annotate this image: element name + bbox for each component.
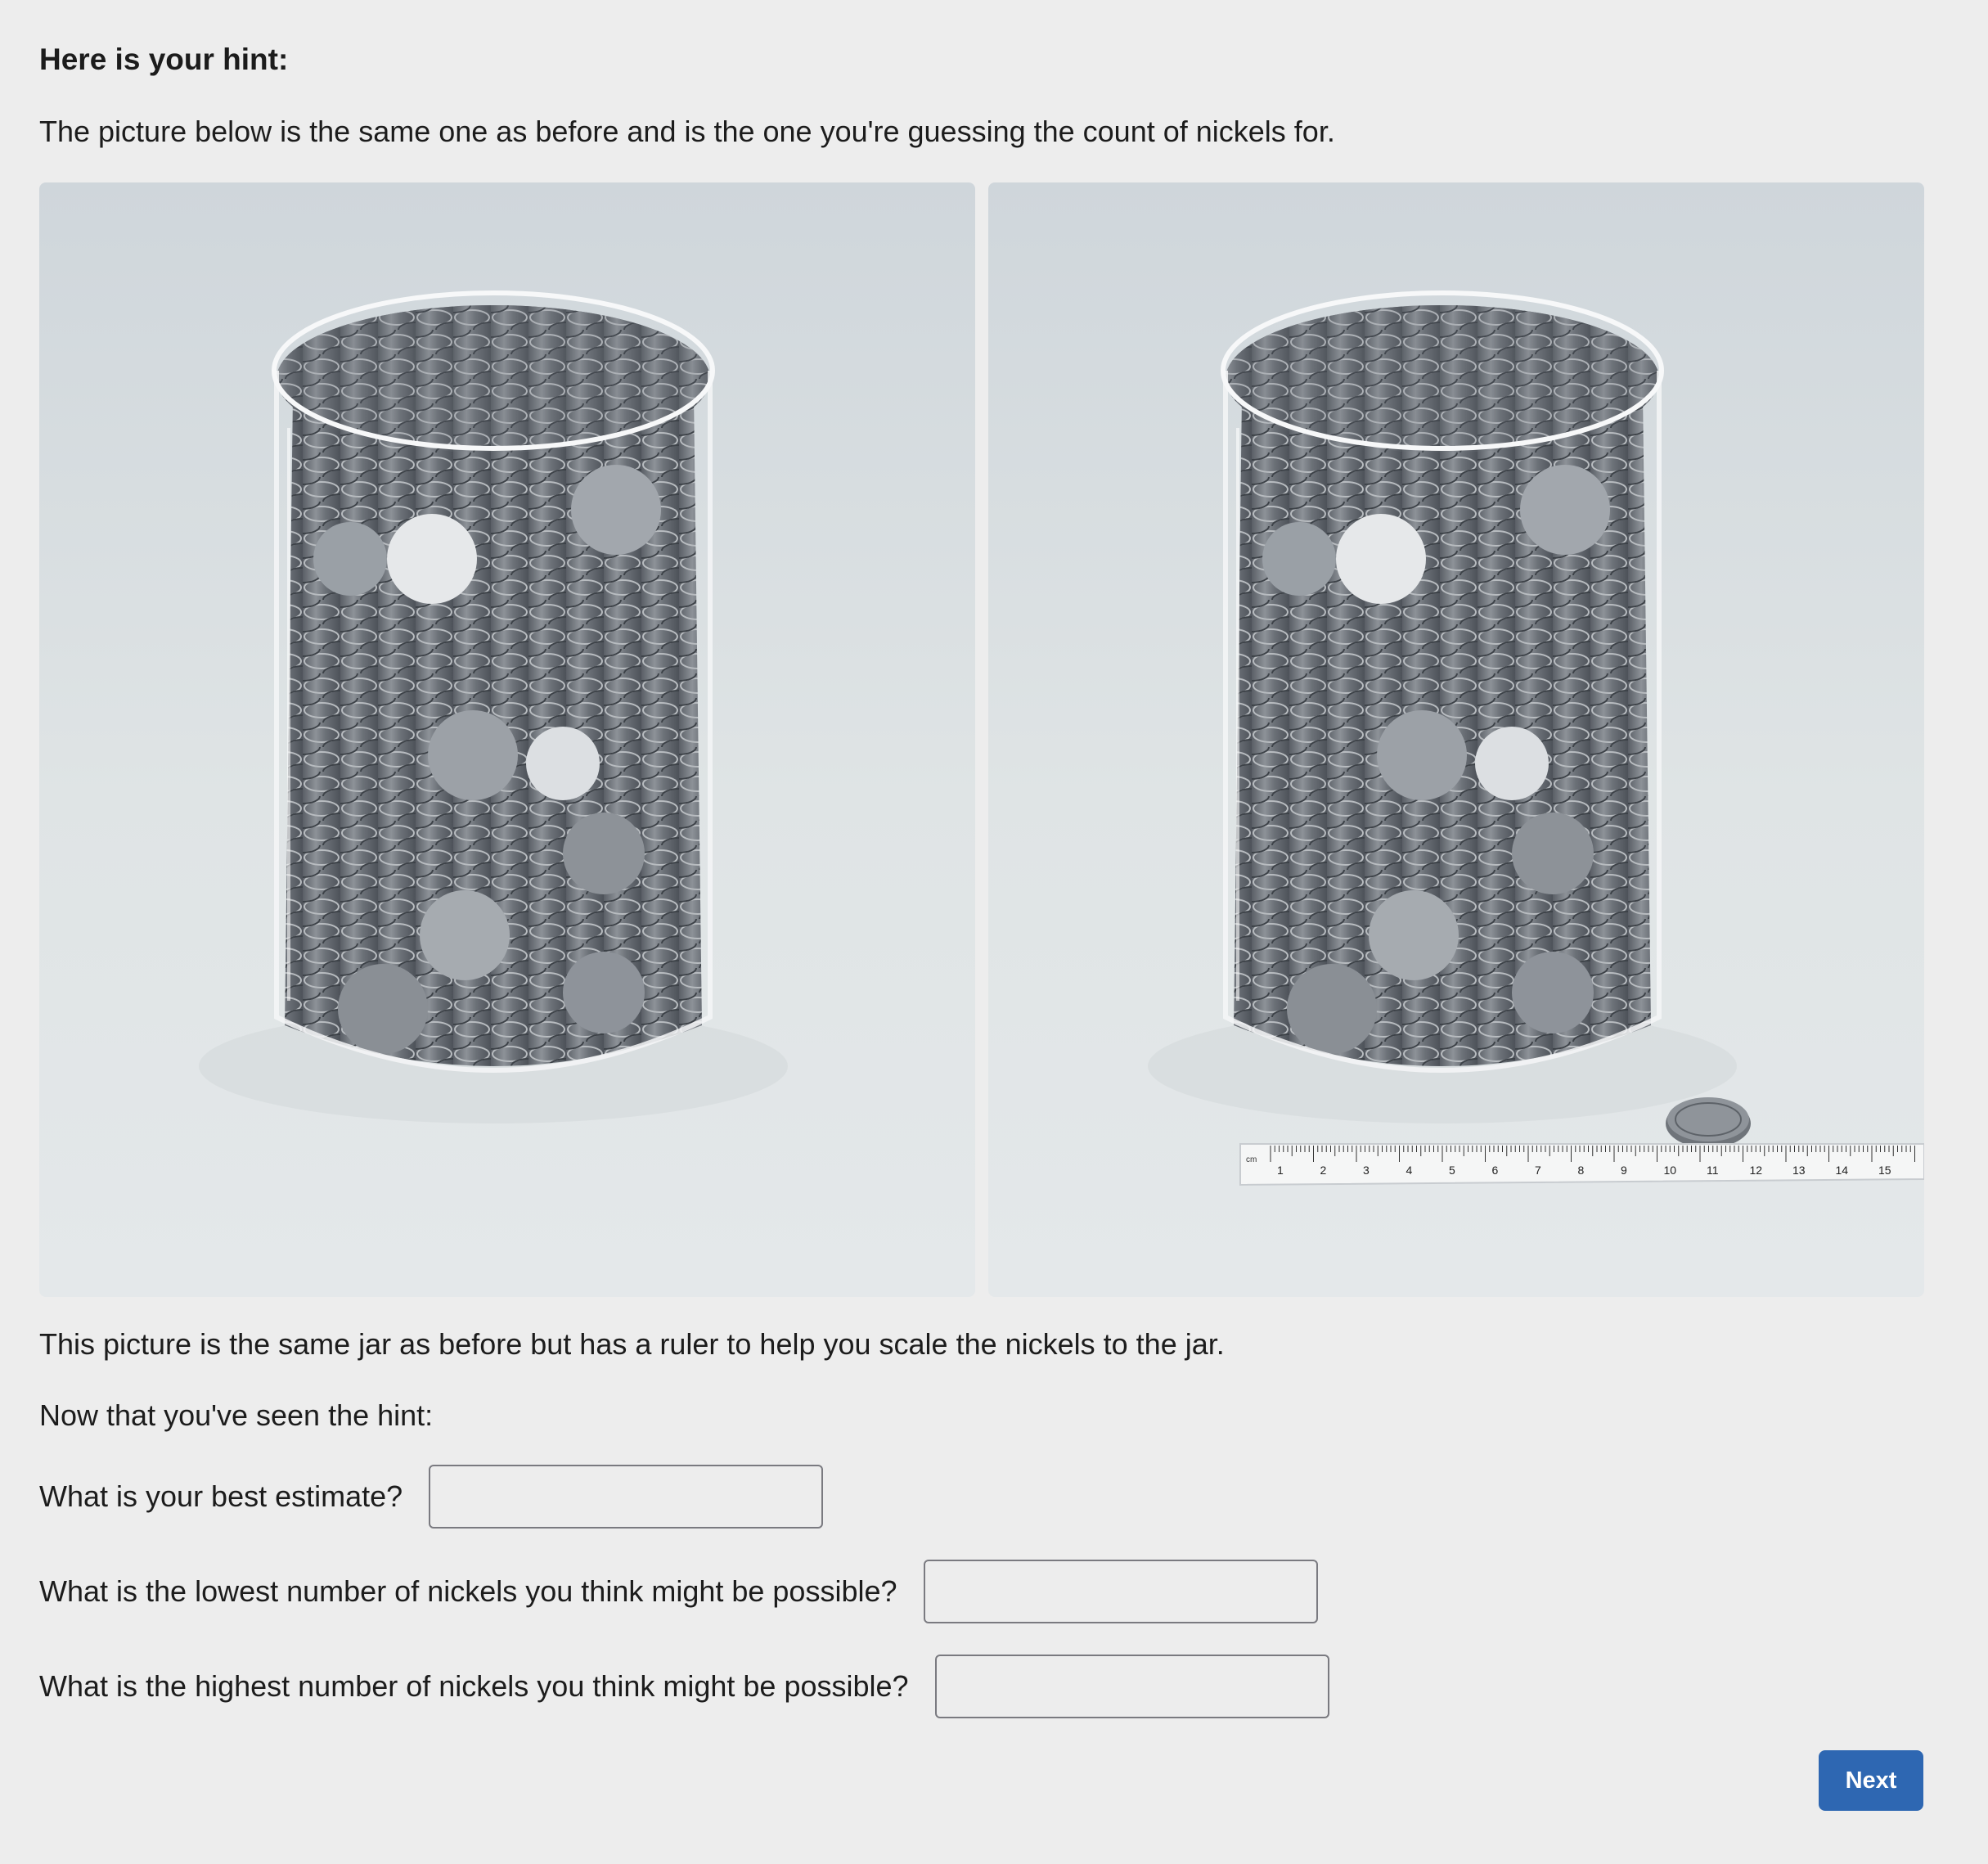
jar-with-ruler-photo: cm 1 2 3 4 5 6 7 8 9 10 11 12 13 14 15 xyxy=(988,182,1924,1297)
highest-label: What is the highest number of nickels yo… xyxy=(39,1669,909,1703)
ruler-number: 6 xyxy=(1492,1164,1499,1177)
ruler-number: 15 xyxy=(1878,1164,1891,1177)
ruler-number: 1 xyxy=(1277,1164,1284,1177)
ruler-unit: cm xyxy=(1246,1155,1257,1164)
highest-input[interactable] xyxy=(934,1655,1329,1718)
ruler-number: 8 xyxy=(1578,1164,1585,1177)
lowest-row: What is the lowest number of nickels you… xyxy=(39,1560,1318,1623)
jar-with-ruler-image: cm 1 2 3 4 5 6 7 8 9 10 11 12 13 14 15 xyxy=(988,182,1924,1297)
ruler-number: 7 xyxy=(1535,1164,1541,1177)
lowest-input[interactable] xyxy=(923,1560,1318,1623)
hint-heading: Here is your hint: xyxy=(39,43,289,76)
scale-nickel xyxy=(1666,1097,1751,1148)
ruler-number: 3 xyxy=(1363,1164,1370,1177)
ruler-number: 10 xyxy=(1664,1164,1677,1177)
highest-row: What is the highest number of nickels yo… xyxy=(39,1655,1329,1718)
ruler-number: 13 xyxy=(1792,1164,1806,1177)
ruler-number: 12 xyxy=(1750,1164,1763,1177)
ruler-number: 11 xyxy=(1707,1164,1719,1177)
jar-image xyxy=(39,182,975,1297)
hint-intro-text: The picture below is the same one as bef… xyxy=(39,115,1335,148)
next-button[interactable]: Next xyxy=(1819,1750,1923,1811)
lowest-label: What is the lowest number of nickels you… xyxy=(39,1574,897,1608)
ruler-number: 5 xyxy=(1449,1164,1455,1177)
now-seen-hint-text: Now that you've seen the hint: xyxy=(39,1398,434,1432)
ruler: cm 1 2 3 4 5 6 7 8 9 10 11 12 13 14 15 xyxy=(1239,1143,1924,1186)
image-row: cm 1 2 3 4 5 6 7 8 9 10 11 12 13 14 15 xyxy=(39,182,1924,1297)
ruler-number: 2 xyxy=(1320,1164,1327,1177)
best-estimate-label: What is your best estimate? xyxy=(39,1479,403,1513)
ruler-caption: This picture is the same jar as before b… xyxy=(39,1327,1225,1361)
ruler-number: 9 xyxy=(1621,1164,1627,1177)
ruler-number: 14 xyxy=(1836,1164,1849,1177)
ruler-number: 4 xyxy=(1406,1164,1413,1177)
best-estimate-input[interactable] xyxy=(429,1465,824,1529)
best-estimate-row: What is your best estimate? xyxy=(39,1465,824,1529)
jar-photo xyxy=(39,182,975,1297)
